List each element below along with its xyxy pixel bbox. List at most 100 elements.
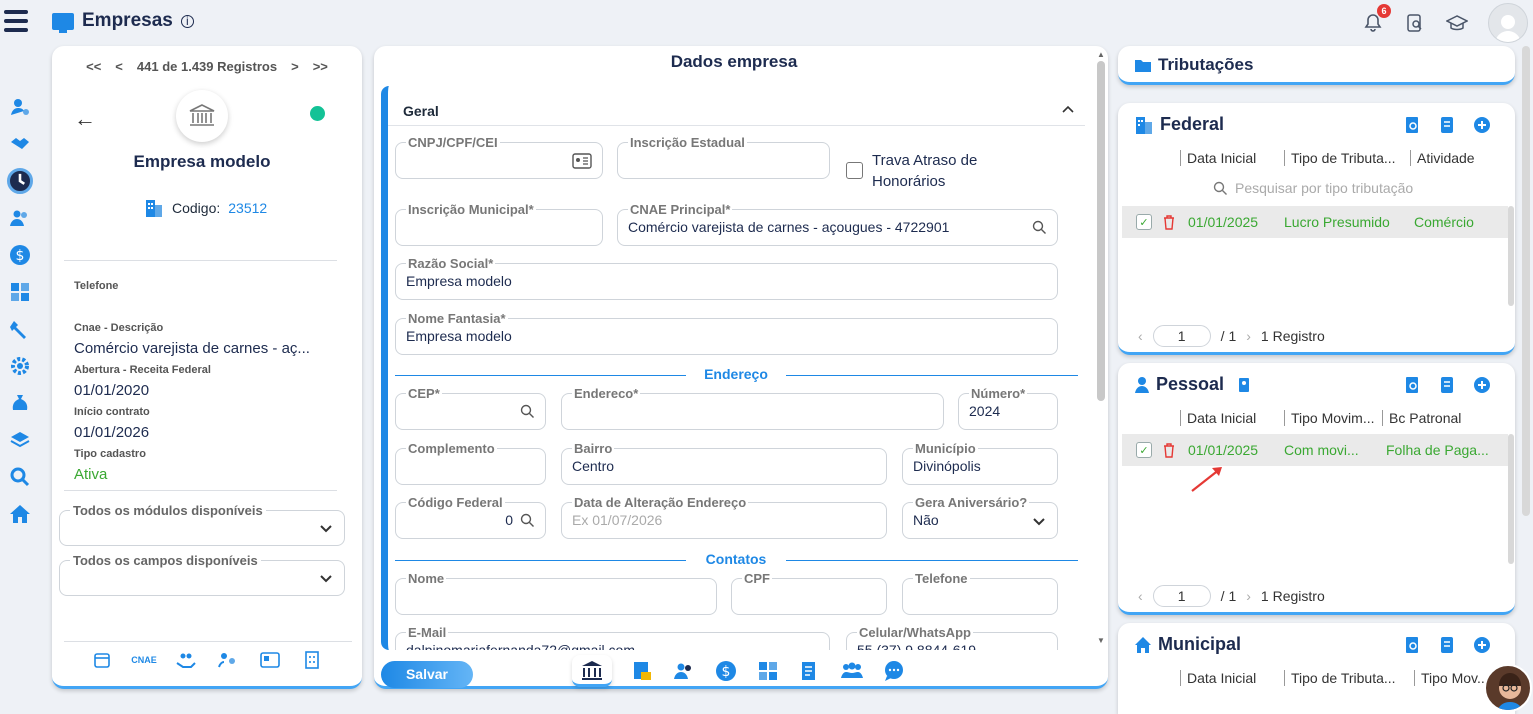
trava-checkbox[interactable] — [846, 162, 863, 179]
next-page-icon[interactable]: › — [1246, 328, 1251, 344]
search-icon[interactable] — [1032, 220, 1047, 235]
graduation-cap-icon[interactable] — [1446, 12, 1468, 34]
building-outline-icon[interactable] — [302, 651, 322, 669]
row-checkbox[interactable]: ✓ — [1136, 442, 1152, 458]
back-arrow-icon[interactable]: ← — [74, 106, 96, 132]
municipio-field[interactable]: Município Divinópolis — [902, 441, 1058, 485]
calendar-icon[interactable] — [92, 651, 112, 669]
pager-last-button[interactable]: >> — [313, 59, 328, 74]
pager-next-button[interactable]: > — [291, 59, 299, 74]
sidebar-item-clock[interactable] — [0, 162, 40, 199]
razao-social-field[interactable]: Razão Social* Empresa modelo — [395, 256, 1058, 300]
cnae-icon[interactable]: CNAE — [131, 651, 157, 669]
complemento-field[interactable]: Complemento — [395, 441, 546, 485]
scroll-list-icon[interactable] — [1439, 636, 1455, 654]
email-field[interactable]: E-Mail dalpinomariafernanda72@gmail.com — [395, 625, 830, 650]
sidebar-item-home[interactable] — [0, 495, 40, 532]
sidebar-item-layers[interactable] — [0, 421, 40, 458]
data-alteracao-field[interactable]: Data de Alteração Endereço Ex 01/07/2026 — [561, 495, 887, 539]
inscricao-estadual-field[interactable]: Inscrição Estadual — [617, 135, 830, 179]
page-scrollbar[interactable] — [1522, 46, 1532, 516]
page-input[interactable]: 1 — [1152, 585, 1211, 607]
cep-field[interactable]: CEP* — [395, 386, 546, 430]
sidebar-item-settings[interactable] — [0, 347, 40, 384]
save-button[interactable]: Salvar — [381, 661, 473, 688]
pager-prev-button[interactable]: < — [115, 59, 123, 74]
search-icon[interactable] — [520, 404, 535, 419]
col-atividade[interactable]: Atividade — [1410, 150, 1481, 166]
fields-select[interactable]: Todos os campos disponíveis — [59, 553, 345, 596]
document-search-icon[interactable] — [1404, 12, 1426, 34]
sidebar-item-handshake[interactable] — [0, 125, 40, 162]
col-data-inicial[interactable]: Data Inicial — [1180, 670, 1284, 686]
prev-page-icon[interactable]: ‹ — [1138, 328, 1143, 344]
tab-chat[interactable] — [882, 659, 906, 683]
next-page-icon[interactable]: › — [1246, 588, 1251, 604]
tab-bank[interactable] — [572, 655, 612, 687]
tab-people[interactable] — [672, 659, 696, 683]
scroll-list-icon[interactable] — [1439, 376, 1455, 394]
col-data-inicial[interactable]: Data Inicial — [1180, 410, 1284, 426]
bell-icon[interactable]: 6 — [1362, 4, 1391, 34]
sidebar-item-calculator[interactable] — [0, 273, 40, 310]
document-search-icon[interactable] — [1405, 376, 1421, 394]
col-data-inicial[interactable]: Data Inicial — [1180, 150, 1284, 166]
scroll-down-icon[interactable]: ▼ — [1096, 636, 1106, 645]
trash-icon[interactable] — [1162, 214, 1176, 230]
scroll-thumb[interactable] — [1522, 46, 1530, 516]
tab-documents[interactable] — [630, 659, 654, 683]
gera-aniversario-select[interactable]: Gera Aniversário? Não — [902, 495, 1058, 539]
user-avatar[interactable] — [1488, 3, 1528, 43]
pager-first-button[interactable]: << — [86, 59, 101, 74]
sidebar-item-users-settings[interactable] — [0, 88, 40, 125]
sidebar-item-team[interactable] — [0, 199, 40, 236]
prev-page-icon[interactable]: ‹ — [1138, 588, 1143, 604]
badge-id-icon[interactable] — [1238, 377, 1250, 393]
info-icon[interactable]: i — [180, 14, 194, 28]
menu-icon[interactable] — [4, 10, 28, 36]
group-icon[interactable] — [218, 651, 238, 669]
modules-select[interactable]: Todos os módulos disponíveis — [59, 503, 345, 546]
inscricao-municipal-field[interactable]: Inscrição Municipal* — [395, 202, 603, 246]
table-row[interactable]: ✓ 01/01/2025 Lucro Presumido Comércio — [1122, 206, 1508, 238]
scroll-thumb[interactable] — [1097, 61, 1105, 401]
scrollbar[interactable] — [1508, 434, 1514, 564]
codigo-federal-field[interactable]: Código Federal 0 — [395, 495, 546, 539]
tab-groups[interactable] — [840, 659, 864, 683]
add-circle-icon[interactable] — [1473, 636, 1491, 654]
search-icon[interactable] — [520, 513, 535, 528]
col-tipo-movimento[interactable]: Tipo Mov... — [1414, 670, 1495, 686]
cpf-field[interactable]: CPF — [731, 571, 887, 615]
support-avatar[interactable] — [1484, 664, 1532, 712]
cnae-principal-field[interactable]: CNAE Principal* Comércio varejista de ca… — [617, 202, 1058, 246]
col-tipo-tributacao[interactable]: Tipo de Tributa... — [1284, 670, 1414, 686]
federal-search[interactable]: Pesquisar por tipo tributação — [1213, 180, 1413, 196]
col-bc-patronal[interactable]: Bc Patronal — [1382, 410, 1467, 426]
cnpj-field[interactable]: CNPJ/CPF/CEI — [395, 135, 603, 179]
sidebar-item-search[interactable] — [0, 458, 40, 495]
add-circle-icon[interactable] — [1473, 116, 1491, 134]
sidebar-item-money-bag[interactable] — [0, 384, 40, 421]
id-card-icon[interactable] — [572, 153, 592, 169]
scrollbar[interactable]: ▲ ▼ — [1096, 50, 1106, 645]
scroll-list-icon[interactable] — [1439, 116, 1455, 134]
table-row[interactable]: ✓ 01/01/2025 Com movi... Folha de Paga..… — [1122, 434, 1508, 466]
tab-finance[interactable]: $ — [714, 659, 738, 683]
scroll-up-icon[interactable]: ▲ — [1096, 50, 1106, 59]
page-input[interactable]: 1 — [1152, 325, 1211, 347]
document-search-icon[interactable] — [1405, 116, 1421, 134]
trash-icon[interactable] — [1162, 442, 1176, 458]
hand-people-icon[interactable] — [176, 651, 196, 669]
scrollbar[interactable] — [1508, 206, 1514, 306]
section-header-geral[interactable]: Geral — [388, 86, 1085, 126]
sidebar-item-finance[interactable]: $ — [0, 236, 40, 273]
row-checkbox[interactable]: ✓ — [1136, 214, 1152, 230]
chevron-up-icon[interactable] — [1061, 102, 1075, 116]
document-search-icon[interactable] — [1405, 636, 1421, 654]
col-tipo-tributacao[interactable]: Tipo de Tributa... — [1284, 150, 1410, 166]
add-circle-icon[interactable] — [1473, 376, 1491, 394]
bairro-field[interactable]: Bairro Centro — [561, 441, 887, 485]
nome-field[interactable]: Nome — [395, 571, 717, 615]
celular-field[interactable]: Celular/WhatsApp 55 (37) 9 8844-619 — [846, 625, 1058, 650]
sidebar-item-tools[interactable] — [0, 310, 40, 347]
